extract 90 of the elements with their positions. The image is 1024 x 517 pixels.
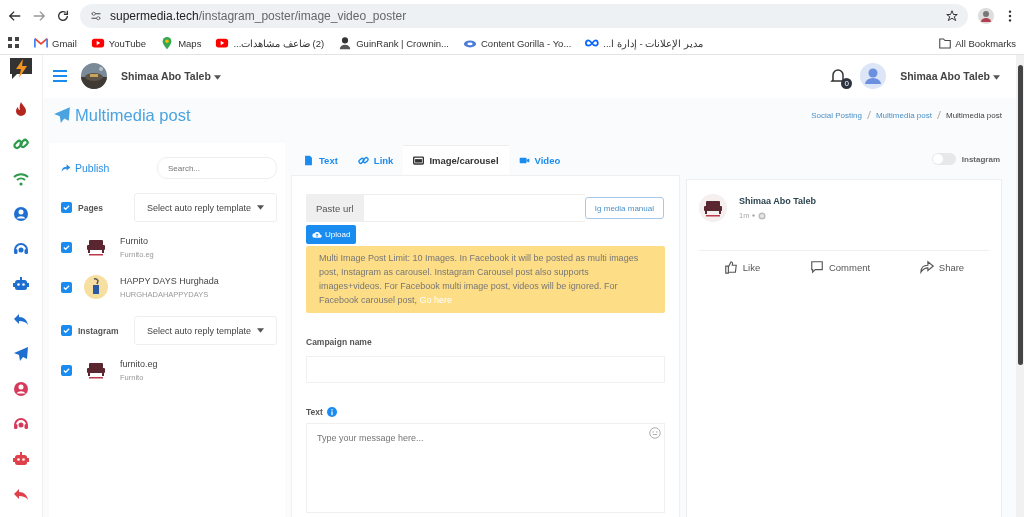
send-icon	[53, 106, 71, 125]
link-icon	[357, 155, 369, 166]
person-icon	[338, 36, 353, 50]
file-icon	[303, 155, 314, 166]
bookmark-link[interactable]: مدير الإعلانات - إدارة ا...	[585, 36, 703, 50]
preview-name: Shimaa Abo Taleb	[739, 196, 816, 206]
share-arrow-icon	[61, 163, 71, 173]
bookmark-link[interactable]: YouTube	[90, 36, 147, 50]
all-bookmarks-link[interactable]: All Bookmarks	[939, 37, 1016, 49]
account-name: furnito.eg	[120, 358, 158, 369]
user-icon[interactable]	[13, 206, 29, 222]
back-icon[interactable]	[8, 9, 22, 23]
youtube-icon	[215, 36, 230, 50]
template-dropdown[interactable]: Select auto reply template	[134, 316, 277, 345]
page-title: Multimedia post	[75, 105, 191, 125]
youtube-icon	[90, 36, 105, 50]
tab[interactable]: Image/carousel	[403, 145, 509, 175]
breadcrumb-separator-icon	[866, 111, 871, 120]
paste-url-label: Paste url	[306, 194, 364, 222]
checkbox[interactable]	[61, 241, 72, 253]
caret-icon[interactable]	[257, 328, 264, 333]
checkbox[interactable]	[61, 202, 72, 213]
menu-icon[interactable]	[53, 70, 67, 83]
breadcrumb-link[interactable]: Social Posting	[811, 110, 862, 120]
preview-action[interactable]: Comment	[803, 259, 877, 275]
sign-avatar-icon	[84, 275, 108, 299]
lightning-chat-logo-icon[interactable]	[9, 57, 33, 81]
forward-icon[interactable]	[32, 9, 46, 23]
video-camera-icon	[518, 155, 530, 166]
profile-avatar-icon[interactable]	[978, 8, 994, 24]
bookmark-link[interactable]: Maps	[160, 36, 202, 50]
caret-icon[interactable]	[213, 75, 221, 81]
apps-grid-icon[interactable]	[8, 37, 20, 49]
site-settings-icon[interactable]	[90, 10, 102, 22]
headset-icon[interactable]	[13, 416, 29, 432]
group-label: Pages	[78, 202, 105, 213]
preview-action[interactable]: Share	[913, 259, 971, 275]
wifi-icon[interactable]	[13, 171, 29, 187]
breadcrumb-link[interactable]: Multimedia post	[875, 110, 932, 120]
gmail-icon	[34, 36, 48, 50]
headset-icon[interactable]	[13, 241, 29, 257]
info-alert: Multi Image Post Limit: 10 Images. In Facebook it will be posted as multi images post, Instagram as carousel. Instagram Carousel post also supports images+videos. For Facebook multi image post, videos will be ignored. For Facebook carousel post, Go here	[306, 246, 665, 313]
caret-icon[interactable]	[257, 205, 264, 210]
caret-icon[interactable]	[993, 75, 1000, 81]
preview-action[interactable]: Like	[717, 259, 767, 275]
send-icon[interactable]	[13, 346, 29, 362]
info-icon[interactable]	[326, 407, 337, 417]
share-icon	[919, 260, 934, 274]
star-icon[interactable]	[946, 10, 958, 22]
image-icon	[413, 155, 425, 166]
field-label: Campaign name	[306, 337, 373, 347]
folder-icon	[939, 37, 952, 49]
message-field[interactable]: Type your message here...	[306, 423, 665, 513]
comment-icon	[809, 260, 824, 274]
dot-separator-icon	[752, 214, 756, 217]
bell-icon[interactable]	[830, 68, 847, 85]
bookmark-link[interactable]: Gmail	[34, 36, 77, 50]
url-field[interactable]	[363, 194, 585, 222]
cloud-upload-icon	[312, 230, 322, 239]
checkbox[interactable]	[61, 325, 72, 336]
template-dropdown[interactable]: Select auto reply template	[134, 193, 277, 222]
thumbs-up-icon	[723, 260, 738, 274]
account-name: HAPPY DAYS Hurghada	[120, 275, 219, 286]
robot-icon[interactable]	[13, 451, 29, 467]
globe-icon	[758, 211, 767, 220]
account-name: Furnito	[120, 235, 149, 246]
bookmark-link[interactable]: (2) ضاعف مشاهدات...	[215, 36, 325, 50]
group-label: Instagram	[78, 325, 120, 336]
checkbox[interactable]	[61, 281, 72, 293]
user-icon[interactable]	[13, 381, 29, 397]
link-icon[interactable]	[13, 136, 29, 152]
notification-count: 0	[841, 78, 853, 90]
publish-button[interactable]: Publish	[61, 162, 110, 174]
bookmark-link[interactable]: GuinRank | Crownin...	[338, 36, 449, 50]
toggle-label: Instagram	[961, 154, 1000, 164]
flame-icon[interactable]	[13, 101, 29, 117]
breadcrumb-separator-icon	[936, 111, 941, 120]
user-menu[interactable]: Shimaa Abo Taleb	[121, 70, 221, 83]
field-label: Text	[306, 407, 323, 417]
reload-icon[interactable]	[56, 9, 70, 23]
media-manual-button[interactable]: Ig media manual	[584, 197, 664, 219]
address-bar[interactable]: supermedia.tech/instagram_poster/image_video_poster	[80, 4, 968, 28]
breadcrumb-link[interactable]: Multimedia post	[945, 110, 1002, 120]
user-avatar-icon	[860, 63, 887, 90]
profile-menu[interactable]: Shimaa Abo Taleb	[900, 70, 1000, 83]
robot-icon[interactable]	[13, 276, 29, 292]
checkbox[interactable]	[61, 364, 72, 376]
scrollbar[interactable]	[1016, 55, 1024, 517]
search-field[interactable]: Search...	[157, 157, 277, 179]
bookmark-link[interactable]: Content Gorilla - Yo...	[463, 36, 572, 50]
